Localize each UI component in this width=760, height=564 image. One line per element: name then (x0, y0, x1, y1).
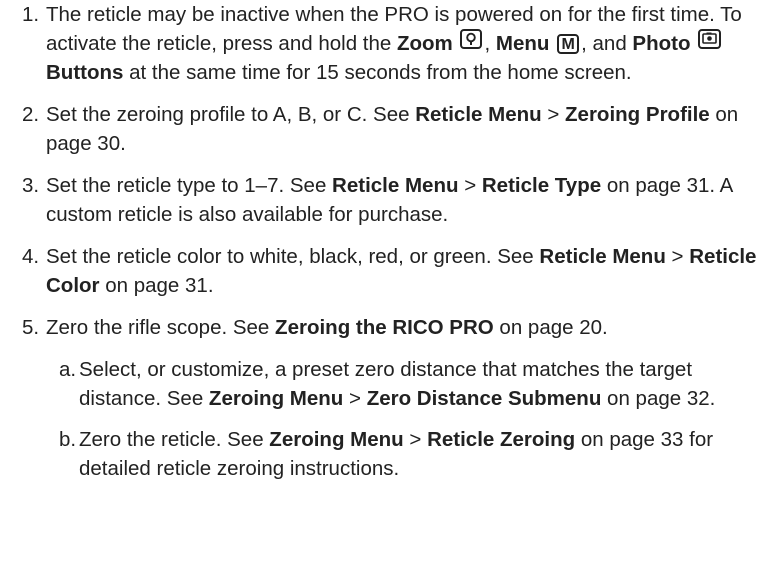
list-item-3: 3. Set the reticle type to 1–7. See Reti… (0, 171, 760, 229)
list-number: 1. (22, 3, 40, 26)
list-text: Set the reticle type to 1–7. See (46, 174, 333, 197)
reticle-menu-link: Reticle Menu (539, 245, 666, 268)
reticle-zeroing-link: Reticle Zeroing (427, 428, 576, 451)
zoom-key (460, 29, 483, 49)
zeroing-rico-pro-link: Zeroing the RICO PRO (275, 316, 494, 339)
zeroing-profile-link: Zeroing Profile (565, 103, 710, 126)
menu-key: M (557, 34, 580, 54)
list-text: Zero the rifle scope. See (46, 316, 276, 339)
list-number: 2. (22, 103, 40, 126)
separator: > (343, 387, 367, 410)
photo-button-label: Photo (632, 32, 691, 55)
zeroing-menu-link: Zeroing Menu (269, 428, 404, 451)
list-text: Zero the reticle. See (79, 428, 270, 451)
zeroing-menu-link: Zeroing Menu (208, 387, 344, 410)
separator: > (403, 428, 428, 451)
instruction-page: 1. The reticle may be inactive when the … (0, 0, 760, 564)
list-text: on page 32. (601, 387, 716, 410)
sub-list-letter: b. (59, 428, 77, 451)
separator: > (665, 245, 690, 268)
list-number: 4. (22, 245, 40, 268)
zoom-button-label: Zoom (396, 32, 453, 55)
magnifier-icon (466, 32, 476, 45)
list-text: Set the reticle color to white, black, r… (46, 245, 540, 268)
list-text: on page 20. (493, 316, 608, 339)
zero-distance-submenu-link: Zero Distance Submenu (366, 387, 602, 410)
separator: > (541, 103, 566, 126)
list-item-5: 5. Zero the rifle scope. See Zeroing the… (0, 313, 760, 342)
reticle-menu-link: Reticle Menu (415, 103, 542, 126)
list-number: 3. (22, 174, 40, 197)
photo-key (698, 29, 722, 49)
buttons-label: Buttons (46, 61, 124, 84)
list-text: on page 31. (99, 274, 214, 297)
camera-icon (702, 32, 718, 44)
sub-list-item-a: a. Select, or customize, a preset zero d… (0, 355, 760, 413)
list-text: Set the zeroing profile to A, B, or C. S… (46, 103, 416, 126)
list-item-2: 2. Set the zeroing profile to A, B, or C… (0, 100, 760, 158)
list-item-4: 4. Set the reticle color to white, black… (0, 242, 760, 300)
sub-list-item-b: b. Zero the reticle. See Zeroing Menu > … (0, 425, 760, 483)
list-text: , (484, 32, 496, 55)
separator: > (458, 174, 482, 197)
menu-button-label: Menu (495, 32, 550, 55)
reticle-type-link: Reticle Type (481, 174, 602, 197)
list-text: , and (581, 32, 633, 55)
list-number: 5. (22, 316, 40, 339)
list-item-1: 1. The reticle may be inactive when the … (0, 0, 760, 87)
list-text: at the same time for 15 seconds from the… (123, 61, 632, 84)
reticle-menu-link: Reticle Menu (332, 174, 459, 197)
sub-list-letter: a. (59, 358, 77, 381)
